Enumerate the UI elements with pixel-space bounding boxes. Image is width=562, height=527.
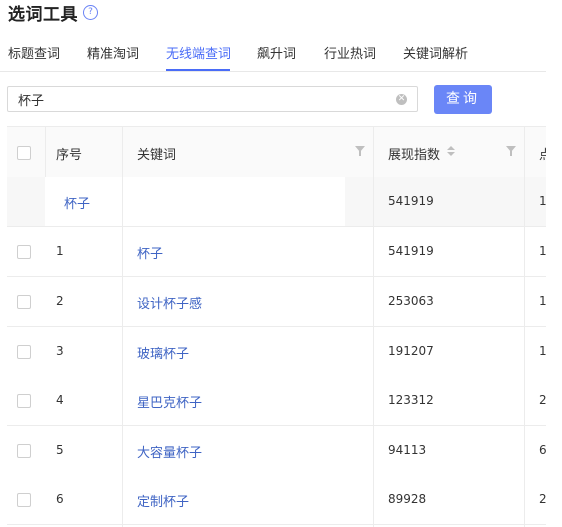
search-box: ✕ [7, 86, 418, 112]
column-header-next: 点 [539, 144, 546, 163]
tab-rising-words[interactable]: 飙升词 [257, 43, 296, 62]
tab-industry-hot-words[interactable]: 行业热词 [324, 43, 376, 62]
row-checkbox[interactable] [17, 245, 31, 259]
select-all-checkbox[interactable] [17, 146, 31, 160]
column-divider [373, 127, 374, 177]
table-row: 4 星巴克杯子 123312 2 [7, 376, 546, 426]
keyword-table: 序号 关键词 展现指数 点 杯子 541919 1 1 杯子 541919 [7, 126, 546, 527]
row-next-value: 2 [539, 492, 546, 506]
row-checkbox[interactable] [17, 345, 31, 359]
table-row: 5 大容量杯子 94113 6 [7, 426, 546, 476]
table-row: 3 玻璃杯子 191207 1 [7, 327, 546, 377]
table-row: 6 定制杯子 89928 2 [7, 475, 546, 525]
page-header: 选词工具 ? [8, 0, 98, 25]
row-index: 6 [56, 492, 64, 506]
tab-mobile-query[interactable]: 无线端查词 [166, 43, 231, 62]
table-row: 1 杯子 541919 1 [7, 227, 546, 277]
column-header-index: 序号 [56, 148, 83, 163]
summary-keyword-link[interactable]: 杯子 [64, 193, 90, 212]
active-tab-indicator [166, 69, 230, 71]
page-title: 选词工具 [8, 4, 78, 25]
summary-next-value: 1 [539, 194, 546, 208]
column-divider [122, 127, 123, 177]
sort-descending-icon [447, 152, 455, 156]
search-input[interactable] [18, 90, 388, 108]
tab-title-query[interactable]: 标题查词 [8, 43, 60, 62]
sort-icon[interactable] [447, 146, 455, 158]
row-index: 5 [56, 443, 64, 457]
keyword-link[interactable]: 大容量杯子 [137, 442, 202, 461]
row-checkbox[interactable] [17, 493, 31, 507]
summary-impressions: 541919 [388, 194, 434, 208]
row-checkbox[interactable] [17, 295, 31, 309]
tab-precise-search[interactable]: 精准淘词 [87, 43, 139, 62]
summary-row: 杯子 541919 1 [7, 177, 546, 227]
row-checkbox[interactable] [17, 394, 31, 408]
keyword-link[interactable]: 星巴克杯子 [137, 392, 202, 411]
column-divider [373, 177, 374, 527]
row-index: 4 [56, 393, 64, 407]
row-next-value: 6 [539, 443, 546, 457]
row-impressions: 94113 [388, 443, 427, 457]
row-next-value: 2 [539, 393, 546, 407]
row-impressions: 253063 [388, 294, 434, 308]
column-divider [524, 177, 525, 527]
row-impressions: 123312 [388, 393, 434, 407]
row-index: 2 [56, 294, 64, 308]
row-checkbox[interactable] [17, 444, 31, 458]
row-index: 1 [56, 244, 64, 258]
row-impressions: 191207 [388, 344, 434, 358]
row-impressions: 89928 [388, 492, 427, 506]
row-next-value: 1 [539, 294, 546, 308]
keyword-link[interactable]: 定制杯子 [137, 491, 189, 510]
column-divider [45, 127, 46, 177]
tab-keyword-analysis[interactable]: 关键词解析 [403, 43, 468, 62]
column-header-impressions: 展现指数 [388, 148, 441, 163]
sort-ascending-icon [447, 146, 455, 150]
clear-icon[interactable]: ✕ [396, 94, 407, 105]
keyword-filter-icon[interactable] [355, 146, 365, 156]
keyword-tool-page: 选词工具 ? 标题查词 精准淘词 无线端查词 飙升词 行业热词 关键词解析 ✕ … [0, 0, 562, 527]
column-divider [524, 127, 525, 177]
impressions-filter-icon[interactable] [506, 146, 516, 156]
column-divider [122, 177, 123, 527]
keyword-link[interactable]: 玻璃杯子 [137, 343, 189, 362]
row-index: 3 [56, 344, 64, 358]
row-impressions: 541919 [388, 244, 434, 258]
query-button[interactable]: 查询 [434, 85, 492, 114]
row-next-value: 1 [539, 244, 546, 258]
row-next-value: 1 [539, 344, 546, 358]
table-header: 序号 关键词 展现指数 点 [7, 127, 546, 178]
keyword-link[interactable]: 杯子 [137, 243, 163, 262]
column-header-keyword: 关键词 [137, 148, 177, 163]
table-row: 2 设计杯子感 253063 1 [7, 277, 546, 327]
keyword-link[interactable]: 设计杯子感 [137, 293, 202, 312]
tab-bar: 标题查词 精准淘词 无线端查词 飙升词 行业热词 关键词解析 [0, 36, 546, 72]
help-icon[interactable]: ? [83, 4, 98, 20]
